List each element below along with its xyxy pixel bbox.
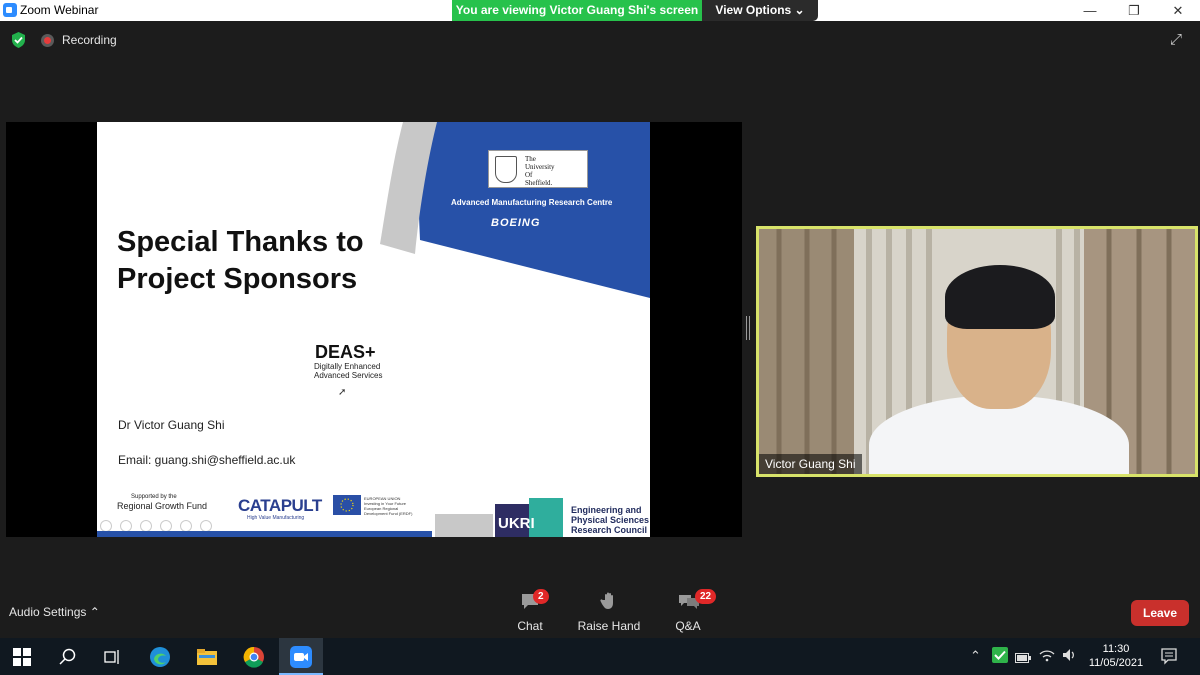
restore-button[interactable]: ❐ — [1112, 0, 1156, 21]
panel-splitter-handle[interactable] — [746, 316, 750, 340]
chat-label: Chat — [517, 619, 543, 633]
notifications-icon[interactable] — [1160, 647, 1178, 668]
windows-start-icon[interactable] — [10, 645, 34, 669]
deas-subtitle-line-2: Advanced Services — [314, 371, 383, 380]
chat-unread-badge: 2 — [533, 589, 549, 604]
clock-time: 11:30 — [1102, 643, 1130, 655]
eu-text-4: Development Fund (ERDF) — [364, 511, 413, 516]
epsrc-line-2: Physical Sciences — [571, 515, 650, 525]
window-title-bar: Zoom Webinar You are viewing Victor Guan… — [0, 0, 1200, 21]
tray-expand-icon[interactable]: ⌃ — [970, 648, 981, 664]
edge-browser-icon[interactable] — [148, 645, 172, 669]
epsrc-line-3: Research Council — [571, 525, 648, 535]
raise-hand-button[interactable]: Raise Hand — [574, 591, 644, 633]
boeing-logo: BOEING — [491, 217, 541, 229]
eu-funding-text: EUROPEAN UNION Investing in Your Future … — [364, 496, 412, 516]
close-button[interactable]: ✕ — [1156, 0, 1200, 21]
recording-icon — [41, 34, 54, 47]
deas-subtitle: Digitally Enhanced Advanced Services — [314, 362, 382, 380]
raise-hand-label: Raise Hand — [577, 619, 641, 633]
slide-footer-bar — [97, 531, 432, 537]
windows-taskbar: ⌃ 11:30 11/05/2021 — [0, 638, 1200, 675]
slide-title-line-2: Project Sponsors — [117, 263, 358, 295]
presenter-name: Dr Victor Guang Shi — [118, 418, 225, 432]
university-crest-icon — [495, 156, 517, 183]
epsrc-line-1: Engineering and — [571, 505, 642, 515]
rgf-line-2: Regional Growth Fund — [117, 501, 208, 511]
person-hair — [945, 265, 1055, 329]
university-logo-text-3: Of — [525, 171, 533, 179]
file-explorer-icon[interactable] — [195, 645, 219, 669]
catapult-subtitle: High Value Manufacturing — [247, 515, 305, 521]
recording-label: Recording — [62, 33, 117, 47]
epsrc-logo: Engineering and Physical Sciences Resear… — [571, 505, 649, 535]
slide-title: Special Thanks to Project Sponsors — [117, 224, 364, 298]
deas-subtitle-line-1: Digitally Enhanced — [314, 362, 381, 371]
zoom-taskbar-icon[interactable] — [289, 645, 313, 669]
university-of-sheffield-logo: The University Of Sheffield. — [488, 150, 588, 188]
amrc-label: Advanced Manufacturing Research Centre — [451, 198, 613, 207]
presenter-email: Email: guang.shi@sheffield.ac.uk — [118, 453, 296, 467]
participant-video-tile[interactable]: Victor Guang Shi — [756, 226, 1198, 477]
security-shield-icon[interactable] — [11, 32, 26, 48]
university-logo-text-1: The — [525, 155, 536, 163]
volume-icon[interactable] — [1062, 648, 1078, 665]
ukri-text: UKRI — [498, 515, 535, 532]
qa-label: Q&A — [675, 619, 701, 633]
slide-title-line-1: Special Thanks to — [117, 226, 364, 258]
clock-date: 11/05/2021 — [1088, 657, 1144, 669]
task-view-icon[interactable] — [100, 645, 124, 669]
wifi-icon[interactable] — [1039, 648, 1055, 665]
mouse-cursor-icon: ➚ — [338, 387, 347, 398]
leave-button[interactable]: Leave — [1131, 600, 1189, 626]
hand-icon — [599, 591, 619, 611]
system-clock[interactable]: 11:30 11/05/2021 — [1086, 642, 1146, 670]
zoom-app-icon — [3, 3, 17, 17]
presentation-slide: Special Thanks to Project Sponsors The U… — [97, 122, 650, 537]
deas-logo: DEAS+ — [315, 342, 376, 362]
participant-name-label: Victor Guang Shi — [759, 454, 862, 474]
screen-share-banner: You are viewing Victor Guang Shi's scree… — [452, 0, 702, 21]
university-logo-text-4: Sheffield. — [525, 179, 553, 187]
ukri-logo: UKRI — [495, 498, 563, 537]
university-logo-text-2: University — [525, 163, 555, 171]
search-icon[interactable] — [56, 645, 80, 669]
audio-settings-button[interactable]: Audio Settings ⌃ — [9, 605, 100, 619]
security-tray-icon[interactable] — [992, 647, 1008, 666]
view-options-button[interactable]: View Options ⌄ — [702, 0, 818, 21]
chrome-browser-icon[interactable] — [242, 645, 266, 669]
battery-icon[interactable] — [1015, 651, 1031, 666]
catapult-logo: CATAPULT — [238, 496, 322, 515]
regional-growth-fund-logo: Supported by the Regional Growth Fund — [117, 493, 207, 511]
slide-footer-gray — [435, 514, 493, 537]
qa-unread-badge: 22 — [695, 589, 717, 604]
fullscreen-icon[interactable]: ⤢ — [1170, 31, 1188, 49]
minimize-button[interactable]: — — [1068, 0, 1112, 21]
eu-flag-icon — [333, 495, 361, 515]
window-title: Zoom Webinar — [20, 3, 99, 17]
